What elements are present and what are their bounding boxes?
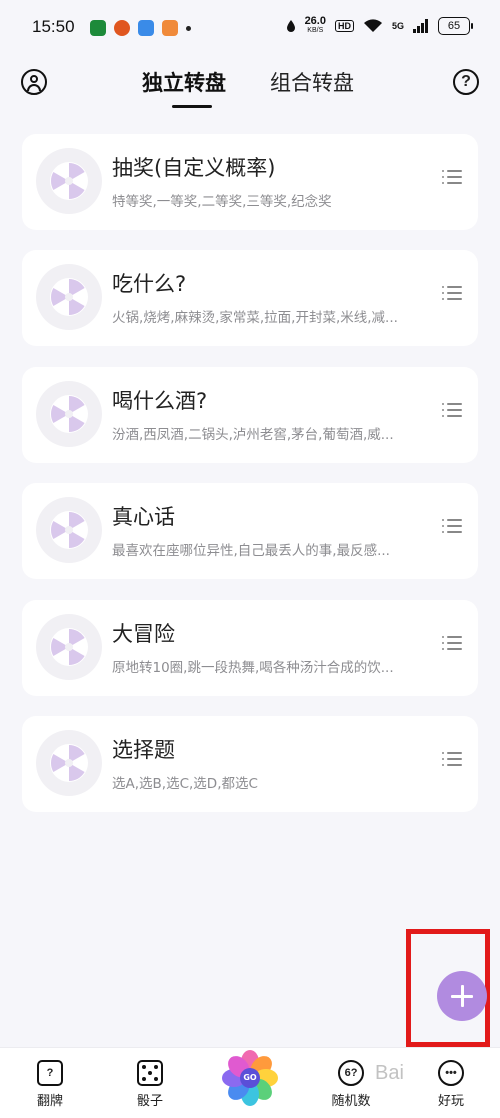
wheel-card[interactable]: 喝什么酒? 汾酒,西凤酒,二锅头,泸州老窖,茅台,葡萄酒,威... [22,367,478,463]
random-number-icon: 6? [338,1060,364,1086]
wheel-card[interactable]: 吃什么? 火锅,烧烤,麻辣烫,家常菜,拉面,开封菜,米线,减... [22,250,478,346]
net-speed: 26.0 KB/S [304,15,326,35]
wheel-thumbnail-icon [36,730,102,796]
network-type: 5G [391,21,404,31]
card-flip-icon: ? [37,1060,63,1086]
list-icon[interactable] [442,752,464,770]
hd-badge: HD [334,20,354,32]
wheel-options: 原地转10圈,跳一段热舞,喝各种汤汁合成的饮... [112,660,394,676]
add-wheel-button[interactable] [437,971,487,1021]
dice-icon [137,1060,163,1086]
tab-combined-wheel[interactable]: 组合转盘 [270,67,354,97]
wheel-title: 吃什么? [112,272,187,296]
nav-label: 好玩 [437,1094,464,1109]
wheel-title: 真心话 [112,505,175,529]
list-icon[interactable] [442,519,464,537]
wheel-card[interactable]: 抽奖(自定义概率) 特等奖,一等奖,二等奖,三等奖,纪念奖 [22,134,478,230]
list-icon[interactable] [442,636,464,654]
nav-flip[interactable]: ? 翻牌 [15,1060,85,1109]
list-icon[interactable] [442,286,464,304]
signal-icon [413,19,428,33]
wheel-title: 大冒险 [112,622,175,646]
wheel-card[interactable]: 选择题 选A,选B,选C,选D,都选C [22,716,478,812]
wheel-card[interactable]: 真心话 最喜欢在座哪位异性,自己最丢人的事,最反感... [22,483,478,579]
nav-label: 随机数 [331,1094,371,1109]
system-status-icons: 26.0 KB/S HD 5G 65 [286,15,473,36]
nav-fun[interactable]: ••• 好玩 [416,1060,486,1109]
tab-independent-wheel[interactable]: 独立转盘 [142,67,226,108]
help-icon[interactable]: ? [453,69,479,95]
wheel-thumbnail-icon [36,497,102,563]
wifi-icon [363,19,382,32]
wheel-thumbnail-icon [36,381,102,447]
wheel-thumbnail-icon [36,148,102,214]
more-icon: ••• [438,1060,464,1086]
nav-label: 翻牌 [36,1094,63,1109]
wheel-title: 抽奖(自定义概率) [112,156,276,180]
list-icon[interactable] [442,403,464,421]
wheel-options: 最喜欢在座哪位异性,自己最丢人的事,最反感... [112,543,390,559]
app-notification-icon [114,20,130,36]
status-bar: 15:50 26.0 KB/S HD 5G 65 [0,0,500,56]
go-label: GO [240,1068,260,1088]
data-saver-icon [286,20,295,32]
app-notification-icon [90,20,106,36]
go-wheel-button[interactable]: GO [222,1050,278,1106]
wheel-title: 选择题 [112,738,175,762]
wheel-title: 喝什么酒? [112,389,208,413]
list-icon[interactable] [442,170,464,188]
wheel-thumbnail-icon [36,614,102,680]
wheel-options: 火锅,烧烤,麻辣烫,家常菜,拉面,开封菜,米线,减... [112,310,398,326]
status-time: 15:50 [32,17,75,36]
wheel-thumbnail-icon [36,264,102,330]
nav-dice[interactable]: 骰子 [115,1060,185,1109]
wheel-options: 汾酒,西凤酒,二锅头,泸州老窖,茅台,葡萄酒,威... [112,427,394,443]
more-notifications-dot [186,25,191,31]
active-tab-indicator [172,105,212,108]
user-icon[interactable] [21,69,47,95]
wheel-options: 特等奖,一等奖,二等奖,三等奖,纪念奖 [112,194,332,210]
wheel-card[interactable]: 大冒险 原地转10圈,跳一段热舞,喝各种汤汁合成的饮... [22,600,478,696]
wheel-options: 选A,选B,选C,选D,都选C [112,776,258,792]
notification-icons [90,20,191,36]
app-notification-icon [138,20,154,36]
battery-icon: 65 [438,17,473,35]
top-bar: 独立转盘 组合转盘 ? [0,56,500,111]
nav-label: 骰子 [136,1094,163,1109]
watermark: Bai [375,1062,404,1084]
app-notification-icon [162,20,178,36]
